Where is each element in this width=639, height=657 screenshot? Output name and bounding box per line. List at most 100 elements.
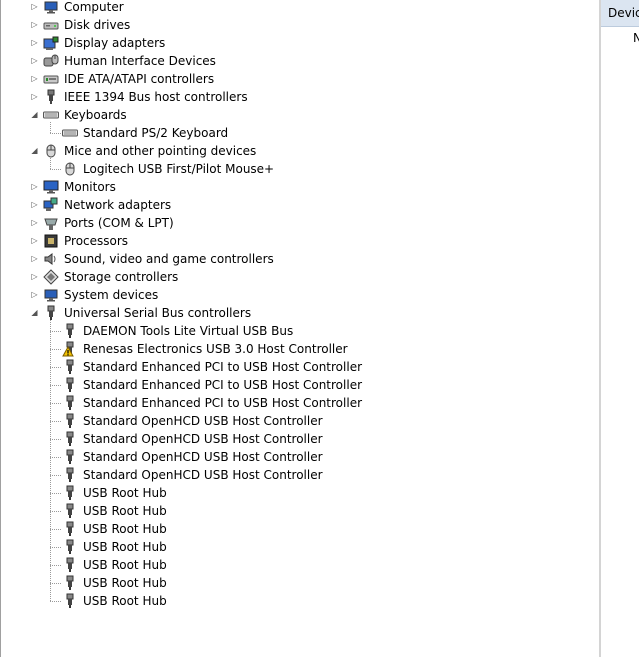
tree-category-label: Display adapters <box>64 36 166 50</box>
tree-device-item[interactable]: USB Root Hub <box>1 484 596 502</box>
tree-category-label: Keyboards <box>64 108 127 122</box>
expand-toggle-expand-icon[interactable]: ▷ <box>30 16 39 34</box>
tree-connector-line <box>50 385 61 386</box>
tree-device-label: Standard Enhanced PCI to USB Host Contro… <box>83 360 363 374</box>
usb-icon <box>62 359 78 375</box>
tree-category-item[interactable]: ▷ Computer <box>1 0 596 16</box>
monitor-icon <box>43 179 59 195</box>
expand-toggle-collapse-icon[interactable]: ◢ <box>30 304 39 322</box>
tree-device-label: Standard OpenHCD USB Host Controller <box>83 414 323 428</box>
tree-device-item[interactable]: USB Root Hub <box>1 520 596 538</box>
tree-connector-line <box>50 331 61 332</box>
tree-device-item[interactable]: Standard OpenHCD USB Host Controller <box>1 448 596 466</box>
tree-category-item[interactable]: ◢ Universal Serial Bus controllers <box>1 304 596 322</box>
tree-connector-line <box>50 583 61 584</box>
tree-device-item[interactable]: USB Root Hub <box>1 592 596 610</box>
details-column-header[interactable]: Devic <box>601 0 639 27</box>
tree-category-label: Network adapters <box>64 198 172 212</box>
details-item-label: N <box>633 31 639 45</box>
tree-device-label: USB Root Hub <box>83 504 167 518</box>
expand-toggle-expand-icon[interactable]: ▷ <box>30 0 39 16</box>
expand-toggle-expand-icon[interactable]: ▷ <box>30 52 39 70</box>
tree-connector-line <box>50 133 61 134</box>
expand-toggle-expand-icon[interactable]: ▷ <box>30 196 39 214</box>
tree-connector-line <box>50 547 61 548</box>
tree-category-item[interactable]: ▷ System devices <box>1 286 596 304</box>
tree-device-item[interactable]: Standard Enhanced PCI to USB Host Contro… <box>1 358 596 376</box>
tree-category-item[interactable]: ▷ Disk drives <box>1 16 596 34</box>
tree-category-item[interactable]: ▷ Processors <box>1 232 596 250</box>
tree-category-item[interactable]: ▷ Sound, video and game controllers <box>1 250 596 268</box>
tree-category-item[interactable]: ◢ Mice and other pointing devices <box>1 142 596 160</box>
tree-connector-line <box>50 511 61 512</box>
tree-connector-line <box>50 403 61 404</box>
tree-device-label: USB Root Hub <box>83 486 167 500</box>
usb-icon <box>62 431 78 447</box>
expand-toggle-collapse-icon[interactable]: ◢ <box>30 106 39 124</box>
tree-category-label: IEEE 1394 Bus host controllers <box>64 90 248 104</box>
tree-category-item[interactable]: ▷ IEEE 1394 Bus host controllers <box>1 88 596 106</box>
expand-toggle-expand-icon[interactable]: ▷ <box>30 232 39 250</box>
tree-connector-line <box>50 122 51 133</box>
storage-controller-icon <box>43 269 59 285</box>
tree-connector-line <box>50 367 61 368</box>
tree-category-item[interactable]: ◢ Keyboards <box>1 106 596 124</box>
computer-icon <box>43 287 59 303</box>
tree-category-item[interactable]: ▷ Display adapters <box>1 34 596 52</box>
expand-toggle-expand-icon[interactable]: ▷ <box>30 70 39 88</box>
tree-connector-line <box>50 601 61 602</box>
tree-device-item[interactable]: USB Root Hub <box>1 502 596 520</box>
expand-toggle-expand-icon[interactable]: ▷ <box>30 34 39 52</box>
tree-category-label: Computer <box>64 0 124 14</box>
tree-device-item[interactable]: USB Root Hub <box>1 574 596 592</box>
tree-device-label: DAEMON Tools Lite Virtual USB Bus <box>83 324 294 338</box>
tree-category-item[interactable]: ▷ Monitors <box>1 178 596 196</box>
tree-device-label: USB Root Hub <box>83 576 167 590</box>
tree-device-item[interactable]: Logitech USB First/Pilot Mouse+ <box>1 160 596 178</box>
expand-toggle-collapse-icon[interactable]: ◢ <box>30 142 39 160</box>
expand-toggle-expand-icon[interactable]: ▷ <box>30 88 39 106</box>
hid-icon <box>43 53 59 69</box>
tree-device-item[interactable]: Standard PS/2 Keyboard <box>1 124 596 142</box>
usb-icon <box>62 377 78 393</box>
tree-connector-line <box>50 493 61 494</box>
tree-category-item[interactable]: ▷ Ports (COM & LPT) <box>1 214 596 232</box>
tree-device-item[interactable]: Standard OpenHCD USB Host Controller <box>1 466 596 484</box>
expand-toggle-expand-icon[interactable]: ▷ <box>30 250 39 268</box>
tree-connector-line <box>50 565 61 566</box>
mouse-icon <box>43 143 59 159</box>
computer-icon <box>43 0 59 15</box>
tree-category-item[interactable]: ▷ Human Interface Devices <box>1 52 596 70</box>
tree-device-item[interactable]: USB Root Hub <box>1 556 596 574</box>
tree-device-item[interactable]: Standard Enhanced PCI to USB Host Contro… <box>1 376 596 394</box>
expand-toggle-expand-icon[interactable]: ▷ <box>30 286 39 304</box>
tree-connector-line <box>50 475 61 476</box>
tree-category-label: System devices <box>64 288 159 302</box>
tree-device-label: USB Root Hub <box>83 594 167 608</box>
tree-device-item[interactable]: Standard OpenHCD USB Host Controller <box>1 430 596 448</box>
usb-icon <box>62 323 78 339</box>
tree-category-item[interactable]: ▷ Network adapters <box>1 196 596 214</box>
expand-toggle-expand-icon[interactable]: ▷ <box>30 178 39 196</box>
tree-device-label: Standard Enhanced PCI to USB Host Contro… <box>83 378 363 392</box>
device-tree[interactable]: ▷ Computer ▷ Disk drives ▷ Display adapters ▷ H… <box>0 0 599 657</box>
usb-icon <box>43 305 59 321</box>
processor-icon <box>43 233 59 249</box>
tree-device-item[interactable]: Standard OpenHCD USB Host Controller <box>1 412 596 430</box>
tree-category-item[interactable]: ▷ Storage controllers <box>1 268 596 286</box>
disk-drive-icon <box>43 17 59 33</box>
tree-device-item[interactable]: USB Root Hub <box>1 538 596 556</box>
tree-device-item[interactable]: Standard Enhanced PCI to USB Host Contro… <box>1 394 596 412</box>
expand-toggle-expand-icon[interactable]: ▷ <box>30 268 39 286</box>
tree-category-item[interactable]: ▷ IDE ATA/ATAPI controllers <box>1 70 596 88</box>
tree-device-item[interactable]: Renesas Electronics USB 3.0 Host Control… <box>1 340 596 358</box>
tree-connector-line <box>50 320 51 601</box>
tree-device-label: USB Root Hub <box>83 522 167 536</box>
tree-device-item[interactable]: DAEMON Tools Lite Virtual USB Bus <box>1 322 596 340</box>
usb-icon <box>62 521 78 537</box>
tree-category-label: Disk drives <box>64 18 131 32</box>
usb-warning-icon <box>62 341 78 357</box>
ieee1394-icon <box>43 89 59 105</box>
usb-icon <box>62 413 78 429</box>
expand-toggle-expand-icon[interactable]: ▷ <box>30 214 39 232</box>
